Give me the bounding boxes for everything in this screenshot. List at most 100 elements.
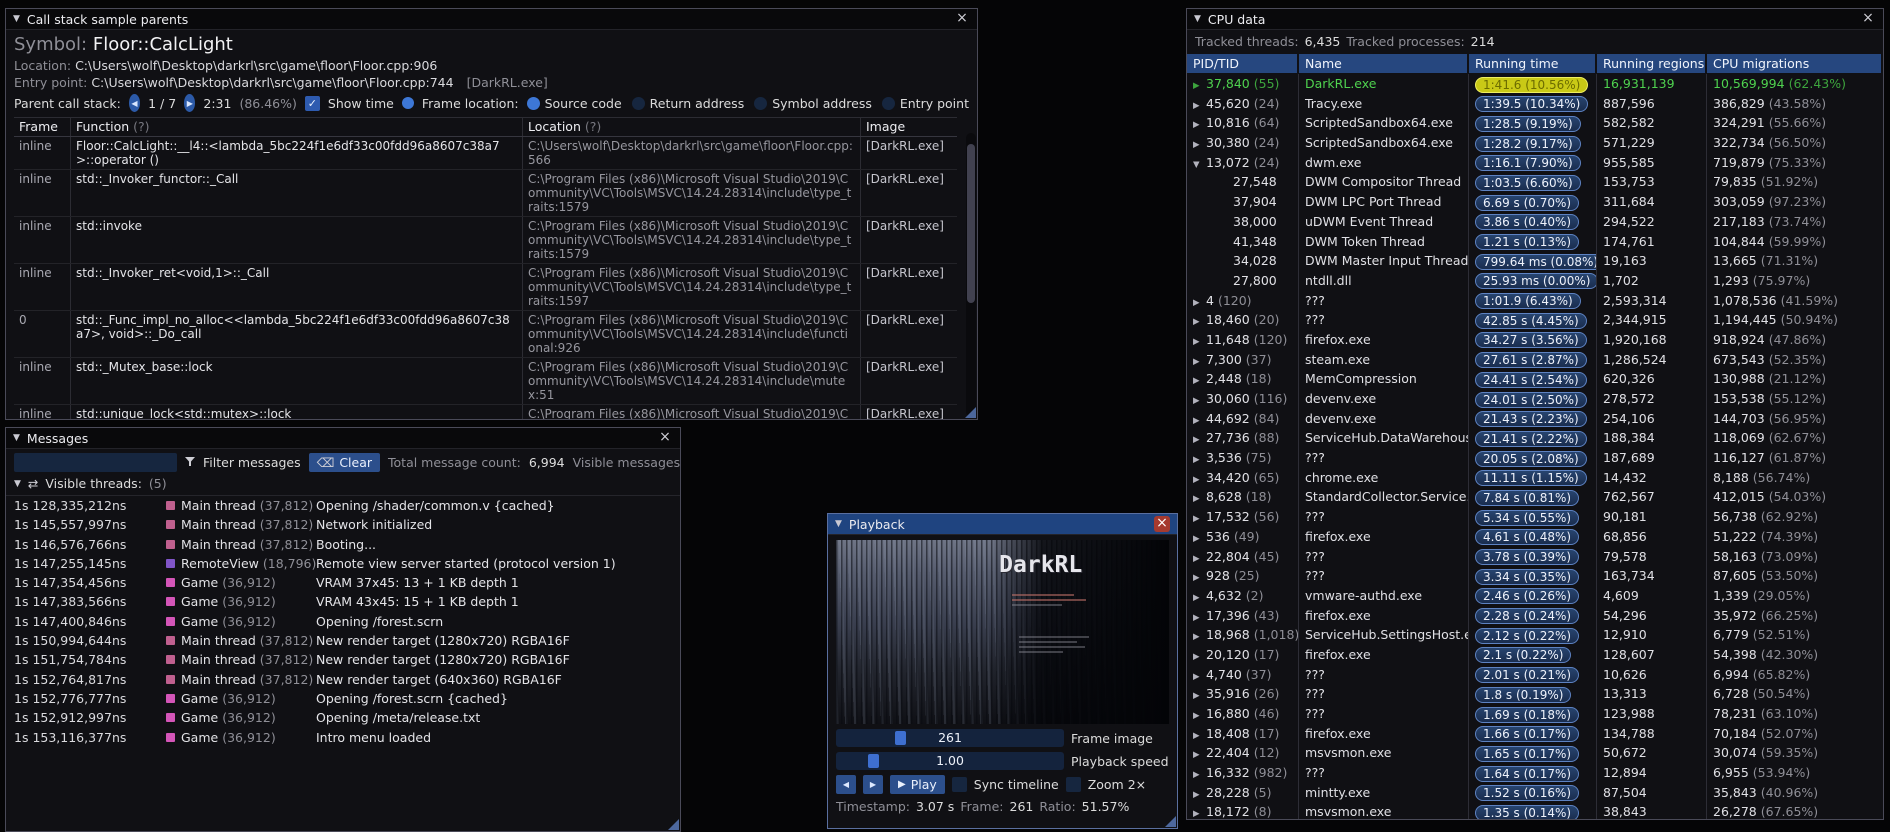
playback-speed-slider[interactable]: 1.00 — [836, 752, 1064, 770]
expand-caret-icon[interactable]: ▶ — [1193, 353, 1206, 370]
expand-caret-icon[interactable]: ▶ — [1193, 412, 1206, 429]
help-icon[interactable]: (?) — [585, 119, 601, 134]
message-filter-input[interactable] — [14, 453, 177, 472]
play-button[interactable]: ▶ Play — [890, 775, 945, 794]
cpu-table-row[interactable]: ▶ 4,740 (37) ??? 2.01 s (0.21%) 10,626 6,… — [1187, 664, 1883, 685]
column-header-location[interactable]: Location (?) — [523, 118, 861, 136]
expand-caret-icon[interactable]: ▶ — [1193, 786, 1206, 803]
scrollbar-thumb[interactable] — [967, 144, 975, 304]
message-row[interactable]: 1s 147,383,566ns Game (36,912) VRAM 43x4… — [14, 592, 672, 611]
cpu-table-row[interactable]: ▶ 4 (120) ??? 1:01.9 (6.43%) 2,593,314 1,… — [1187, 290, 1883, 311]
collapse-icon[interactable]: ▼ — [13, 433, 20, 443]
cpu-table-row[interactable]: ▶ 7,300 (37) steam.exe 27.61 s (2.87%) 1,… — [1187, 349, 1883, 370]
messages-list[interactable]: 1s 128,335,212ns Main thread (37,812) Op… — [6, 495, 680, 831]
expand-caret-icon[interactable]: ▶ — [1193, 313, 1206, 330]
callstack-table-row[interactable]: inline std::unique_lock<std::mutex>::loc… — [14, 405, 957, 419]
cpu-table-row[interactable]: ▶ 3,536 (75) ??? 20.05 s (2.08%) 187,689 … — [1187, 448, 1883, 468]
expand-caret-icon[interactable]: ▼ — [1193, 156, 1206, 173]
expand-caret-icon[interactable]: ▶ — [1193, 727, 1206, 744]
column-header-running-regions[interactable]: Running regions — [1597, 54, 1705, 73]
step-back-button[interactable]: ◀ — [836, 775, 856, 794]
cpu-table-row[interactable]: ▶ 22,804 (45) ??? 3.78 s (0.39%) 79,578 5… — [1187, 546, 1883, 567]
expand-caret-icon[interactable]: ▶ — [1193, 372, 1206, 389]
message-row[interactable]: 1s 152,776,777ns Game (36,912) Opening /… — [14, 689, 672, 708]
cpu-table-row[interactable]: ▶ 928 (25) ??? 3.34 s (0.35%) 163,734 87,… — [1187, 566, 1883, 586]
column-header-cpu-migrations[interactable]: CPU migrations — [1707, 54, 1881, 73]
expand-caret-icon[interactable]: ▶ — [1193, 589, 1206, 606]
cpu-table-row[interactable]: ▶ 27,736 (88) ServiceHub.DataWarehouse 21… — [1187, 428, 1883, 449]
callstack-table-row[interactable]: inline Floor::CalcLight::__l4::<lambda_5… — [14, 137, 957, 170]
cpu-table-row[interactable]: ▶ 22,404 (12) msvsmon.exe 1.65 s (0.17%) … — [1187, 743, 1883, 764]
frame-image-slider[interactable]: 261 — [836, 729, 1064, 747]
message-row[interactable]: 1s 151,754,784ns Main thread (37,812) Ne… — [14, 650, 672, 669]
expand-caret-icon[interactable]: ▶ — [1193, 746, 1206, 763]
zoom-checkbox[interactable] — [1065, 777, 1081, 792]
sync-timeline-checkbox[interactable] — [951, 777, 967, 792]
cpu-table-row[interactable]: ▶ 20,120 (17) firefox.exe 2.1 s (0.22%) 1… — [1187, 644, 1883, 665]
cpu-table-row[interactable]: ▶ 30,380 (24) ScriptedSandbox64.exe 1:28.… — [1187, 133, 1883, 153]
cpu-table-row[interactable]: 38,000 uDWM Event Thread 3.86 s (0.40%) … — [1187, 211, 1883, 232]
column-header-frame[interactable]: Frame — [14, 118, 71, 136]
expand-caret-icon[interactable]: ▶ — [1193, 805, 1206, 819]
expand-caret-icon[interactable]: ▶ — [1193, 490, 1206, 507]
cpu-table-row[interactable]: ▶ 34,420 (65) chrome.exe 11.11 s (1.15%) … — [1187, 467, 1883, 488]
expand-caret-icon[interactable]: ▶ — [1193, 116, 1206, 133]
expand-caret-icon[interactable]: ▶ — [1193, 668, 1206, 685]
callstack-table-header[interactable]: Frame Function (?) Location (?) Image — [14, 118, 957, 137]
close-icon[interactable]: × — [657, 430, 673, 446]
column-header-name[interactable]: Name — [1299, 54, 1467, 73]
cpu-table-row[interactable]: ▶ 30,060 (116) devenv.exe 24.01 s (2.50%)… — [1187, 389, 1883, 409]
expand-caret-icon[interactable]: ▶ — [1193, 569, 1206, 586]
cpu-table-row[interactable]: ▶ 11,648 (120) firefox.exe 34.27 s (3.56%… — [1187, 329, 1883, 350]
cpu-table-row[interactable]: ▶ 8,628 (18) StandardCollector.Service.e … — [1187, 487, 1883, 508]
resize-grip[interactable] — [1165, 816, 1176, 827]
frame-location-option[interactable]: Return address — [631, 96, 744, 111]
expand-caret-icon[interactable]: ▶ — [1193, 510, 1206, 527]
cpu-table-row[interactable]: ▶ 16,880 (46) ??? 1.69 s (0.18%) 123,988 … — [1187, 704, 1883, 724]
cpu-table-row[interactable]: ▶ 4,632 (2) vmware-authd.exe 2.46 s (0.26… — [1187, 585, 1883, 606]
cpu-table-row[interactable]: 41,348 DWM Token Thread 1.21 s (0.13%) 1… — [1187, 231, 1883, 252]
callstack-table-row[interactable]: inline std::invoke C:\Program Files (x86… — [14, 217, 957, 264]
cpu-table-row[interactable]: ▼ 13,072 (24) dwm.exe 1:16.1 (7.90%) 955,… — [1187, 152, 1883, 173]
cpu-table-row[interactable]: ▶ 37,840 (55) DarkRL.exe 1:41.6 (10.56%) … — [1187, 74, 1883, 94]
message-row[interactable]: 1s 147,400,846ns Game (36,912) Opening /… — [14, 612, 672, 631]
expand-caret-icon[interactable]: ▶ — [1193, 97, 1206, 114]
cpu-table-row[interactable]: ▶ 28,228 (5) mintty.exe 1.52 s (0.16%) 87… — [1187, 782, 1883, 803]
clear-button[interactable]: ⌫ Clear — [308, 453, 381, 472]
expand-caret-icon[interactable]: ▶ — [1193, 471, 1206, 488]
expand-caret-icon[interactable]: ▶ — [1193, 294, 1206, 311]
expand-caret-icon[interactable]: ▶ — [1193, 609, 1206, 626]
collapse-icon[interactable]: ▼ — [1194, 14, 1201, 24]
expand-caret-icon[interactable]: ▶ — [1193, 333, 1206, 350]
cpu-table-row[interactable]: ▶ 44,692 (84) devenv.exe 21.43 s (2.23%) … — [1187, 408, 1883, 429]
frame-location-option[interactable]: Symbol address — [754, 96, 872, 111]
frame-location-option[interactable]: Entry point — [881, 96, 969, 111]
cpu-table-row[interactable]: ▶ 18,172 (8) msvsmon.exe 1.35 s (0.14%) 3… — [1187, 802, 1883, 819]
message-row[interactable]: 1s 147,255,145ns RemoteView (18,796) Rem… — [14, 554, 672, 573]
expand-caret-icon[interactable]: ▶ — [1193, 530, 1206, 547]
resize-grip[interactable] — [668, 819, 679, 830]
cpu-table-row[interactable]: ▶ 35,916 (26) ??? 1.8 s (0.19%) 13,313 6,… — [1187, 684, 1883, 704]
cpu-table-row[interactable]: ▶ 17,532 (56) ??? 5.34 s (0.55%) 90,181 5… — [1187, 507, 1883, 527]
expand-caret-icon[interactable]: ▶ — [1193, 451, 1206, 468]
expand-caret-icon[interactable]: ▶ — [1193, 77, 1206, 94]
collapse-icon[interactable]: ▼ — [835, 519, 842, 529]
cpu-table-row[interactable]: ▶ 18,460 (20) ??? 42.85 s (4.45%) 2,344,9… — [1187, 310, 1883, 330]
playback-titlebar[interactable]: ▼ Playback × — [828, 514, 1177, 535]
message-row[interactable]: 1s 147,354,456ns Game (36,912) VRAM 37x4… — [14, 573, 672, 592]
column-header-image[interactable]: Image — [861, 118, 957, 136]
cpu-table-row[interactable]: 37,904 DWM LPC Port Thread 6.69 s (0.70%… — [1187, 192, 1883, 212]
cpu-table-row[interactable]: ▶ 18,968 (1,018) ServiceHub.SettingsHost.… — [1187, 625, 1883, 645]
cpu-table-row[interactable]: ▶ 536 (49) firefox.exe 4.61 s (0.48%) 68,… — [1187, 526, 1883, 547]
cpu-table-row[interactable]: ▶ 17,396 (43) firefox.exe 2.28 s (0.24%) … — [1187, 605, 1883, 626]
cpu-table-row[interactable]: ▶ 10,816 (64) ScriptedSandbox64.exe 1:28.… — [1187, 113, 1883, 134]
cpu-table-row[interactable]: ▶ 2,448 (18) MemCompression 24.41 s (2.54… — [1187, 369, 1883, 389]
column-header-pid[interactable]: PID/TID — [1187, 54, 1297, 73]
column-header-function[interactable]: Function (?) — [71, 118, 523, 136]
message-row[interactable]: 1s 145,557,997ns Main thread (37,812) Ne… — [14, 515, 672, 534]
callstack-table-row[interactable]: inline std::_Invoker_ret<void,1>::_Call … — [14, 264, 957, 311]
close-icon[interactable]: × — [1860, 11, 1876, 27]
cpu-table-row[interactable]: ▶ 16,332 (982) ??? 1.64 s (0.17%) 12,894 … — [1187, 763, 1883, 783]
messages-titlebar[interactable]: ▼ Messages × — [6, 428, 680, 449]
collapse-icon[interactable]: ▼ — [13, 14, 20, 24]
